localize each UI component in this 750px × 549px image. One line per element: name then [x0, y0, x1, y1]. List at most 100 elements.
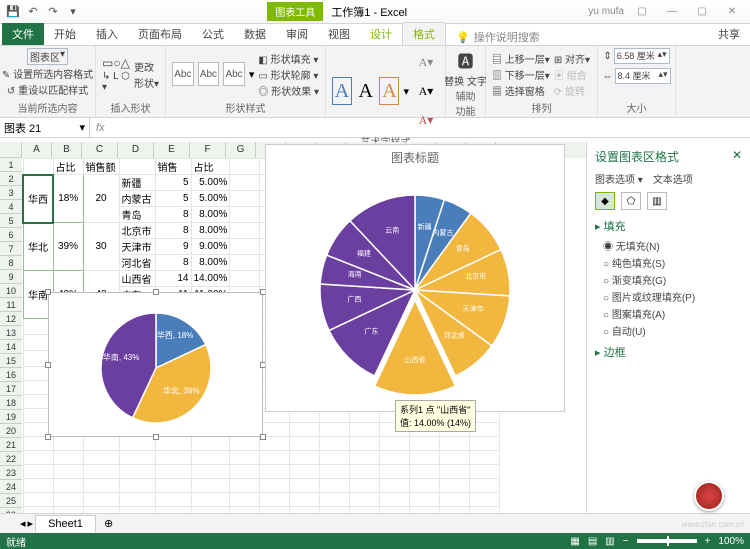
shape-fill-button[interactable]: ◧ 形状填充 ▾ — [258, 51, 319, 66]
svg-text:华西, 18%: 华西, 18% — [156, 330, 192, 340]
tp-tab-text-options[interactable]: 文本选项 — [653, 171, 693, 186]
pie-chart-2: 新疆内蒙古青岛北京市天津市河北省山西省广东广西海南福建云南 — [270, 170, 560, 405]
svg-text:海南: 海南 — [348, 270, 362, 279]
shape-effects-button[interactable]: ◎ 形状效果 ▾ — [258, 83, 319, 98]
wordart-more-icon[interactable]: ▾ — [403, 85, 409, 98]
watermark: www.cfan.com.cn — [682, 520, 744, 529]
fill-option-radio[interactable]: ○ 纯色填充(S) — [603, 255, 742, 270]
group-button[interactable]: ▣ 组合 — [554, 67, 590, 82]
zoom-out-icon[interactable]: − — [623, 536, 629, 547]
zoom-level[interactable]: 100% — [718, 536, 744, 547]
svg-text:广东: 广东 — [364, 327, 378, 336]
selection-pane-button[interactable]: ▦ 选择窗格 — [492, 83, 550, 98]
format-selection-button[interactable]: ✎ 设置所选内容格式 — [2, 66, 93, 81]
workbook-title: 工作簿1 - Excel — [331, 4, 407, 20]
tab-view[interactable]: 视图 — [318, 23, 360, 45]
send-backward-button[interactable]: ▥ 下移一层▾ — [492, 67, 550, 82]
size-props-tab-icon[interactable]: ▥ — [647, 192, 667, 210]
rotate-button[interactable]: ⟳ 旋转 — [554, 83, 590, 98]
format-task-pane: 设置图表区格式 ✕ 图表选项 ▾ 文本选项 ◆ ⬠ ▥ ▸ 填充 ◉ 无填充(N… — [586, 142, 750, 513]
svg-text:华北, 39%: 华北, 39% — [163, 385, 199, 395]
view-normal-icon[interactable]: ▦ — [570, 536, 579, 547]
width-input[interactable]: 8.4 厘米▴▾ — [615, 68, 671, 84]
sheet-nav-prev-icon[interactable]: ◂ — [20, 517, 26, 530]
tp-tab-chart-options[interactable]: 图表选项 ▾ — [595, 171, 643, 186]
select-all-corner[interactable] — [0, 142, 22, 158]
quick-access-toolbar: 💾 ↶ ↷ ▾ — [0, 3, 86, 21]
tell-me-search[interactable]: 💡操作说明搜索 — [456, 29, 540, 45]
chart-title[interactable]: 图表标题 — [266, 145, 564, 170]
redo-icon[interactable]: ↷ — [44, 3, 62, 21]
pie-chart-1: 华西, 18% 华北, 39% 华南, 43% — [51, 293, 261, 433]
tab-design[interactable]: 设计 — [360, 23, 402, 45]
view-pagebreak-icon[interactable]: ▥ — [605, 536, 614, 547]
height-input[interactable]: 6.58 厘米▴▾ — [614, 48, 670, 64]
ribbon-tabs: 文件 开始 插入 页面布局 公式 数据 审阅 视图 设计 格式 💡操作说明搜索 … — [0, 24, 750, 46]
maximize-icon[interactable]: ▢ — [690, 3, 714, 21]
bring-forward-button[interactable]: ▤ 上移一层▾ — [492, 51, 550, 66]
tab-home[interactable]: 开始 — [44, 23, 86, 45]
reset-style-button[interactable]: ↺ 重设以匹配样式 — [7, 82, 88, 97]
user-name[interactable]: yu mufa — [588, 6, 624, 17]
name-box[interactable]: 图表 21▾ — [0, 118, 90, 137]
wordart-preset[interactable]: A — [379, 77, 399, 105]
shape-style-preset[interactable]: Abc — [172, 62, 194, 86]
qat-more-icon[interactable]: ▾ — [64, 3, 82, 21]
fill-option-radio[interactable]: ○ 自动(U) — [603, 323, 742, 338]
shape-style-preset[interactable]: Abc — [198, 62, 220, 86]
tab-data[interactable]: 数据 — [234, 23, 276, 45]
wordart-preset[interactable]: A — [356, 77, 375, 105]
tab-formulas[interactable]: 公式 — [192, 23, 234, 45]
border-section-header[interactable]: ▸ 边框 — [595, 344, 742, 360]
row-headers[interactable]: 1234567891011121314151617181920212223242… — [0, 158, 22, 513]
tab-review[interactable]: 审阅 — [276, 23, 318, 45]
fill-option-radio[interactable]: ◉ 无填充(N) — [603, 238, 742, 253]
close-icon[interactable]: ✕ — [720, 3, 744, 21]
ribbon-options-icon[interactable]: ▢ — [630, 3, 654, 21]
tab-insert[interactable]: 插入 — [86, 23, 128, 45]
fill-section-header[interactable]: ▸ 填充 — [595, 218, 742, 234]
svg-text:山西省: 山西省 — [405, 355, 426, 364]
shape-outline-button[interactable]: ▭ 形状轮廓 ▾ — [258, 67, 319, 82]
minimize-icon[interactable]: — — [660, 3, 684, 21]
save-icon[interactable]: 💾 — [4, 3, 22, 21]
new-sheet-button[interactable]: ⊕ — [98, 517, 119, 530]
svg-text:华南, 43%: 华南, 43% — [102, 352, 138, 362]
undo-icon[interactable]: ↶ — [24, 3, 42, 21]
fill-option-radio[interactable]: ○ 图案填充(A) — [603, 306, 742, 321]
chart-element-selector[interactable]: 图表区▾ — [27, 48, 68, 65]
chart-small-pie[interactable]: 华西, 18% 华北, 39% 华南, 43% — [48, 292, 263, 437]
fill-option-radio[interactable]: ○ 渐变填充(G) — [603, 272, 742, 287]
sheet-tab[interactable]: Sheet1 — [35, 515, 96, 532]
sheet-tabs-bar: ◂ ▸ Sheet1 ⊕ — [0, 513, 750, 533]
worksheet-grid[interactable]: ABCDEFGHIJKLMNO 123456789101112131415161… — [0, 142, 586, 513]
tab-pagelayout[interactable]: 页面布局 — [128, 23, 192, 45]
alt-text-button[interactable]: 🅰替换 文字 — [452, 48, 479, 88]
wordart-preset[interactable]: A — [332, 77, 352, 105]
view-pagelayout-icon[interactable]: ▤ — [588, 536, 597, 547]
svg-text:新疆: 新疆 — [418, 222, 432, 231]
align-button[interactable]: ⊞ 对齐▾ — [554, 51, 590, 66]
assistant-avatar[interactable] — [694, 481, 724, 511]
tab-file[interactable]: 文件 — [2, 23, 44, 45]
svg-text:福建: 福建 — [357, 248, 371, 257]
task-pane-close-icon[interactable]: ✕ — [732, 148, 742, 165]
share-button[interactable]: 共享 — [708, 23, 750, 45]
task-pane-title: 设置图表区格式 — [595, 148, 679, 165]
effects-tab-icon[interactable]: ⬠ — [621, 192, 641, 210]
svg-text:天津市: 天津市 — [463, 304, 484, 313]
svg-text:青岛: 青岛 — [456, 244, 470, 253]
group-label: 大小 — [604, 100, 669, 115]
formula-bar[interactable]: fx — [90, 118, 750, 137]
fill-line-tab-icon[interactable]: ◆ — [595, 192, 615, 210]
style-gallery-more-icon[interactable]: ▾ — [249, 68, 255, 81]
chart-big-pie[interactable]: 图表标题 新疆内蒙古青岛北京市天津市河北省山西省广东广西海南福建云南 — [265, 144, 565, 412]
zoom-in-icon[interactable]: + — [705, 536, 711, 547]
tab-format[interactable]: 格式 — [402, 22, 446, 45]
sheet-nav-next-icon[interactable]: ▸ — [28, 517, 34, 530]
shape-style-preset[interactable]: Abc — [223, 62, 245, 86]
contextual-tab-label: 图表工具 — [267, 2, 323, 21]
fill-option-radio[interactable]: ○ 图片或纹理填充(P) — [603, 289, 742, 304]
change-shape-button[interactable]: 更改形状▾ — [134, 59, 159, 90]
lightbulb-icon: 💡 — [456, 31, 470, 44]
